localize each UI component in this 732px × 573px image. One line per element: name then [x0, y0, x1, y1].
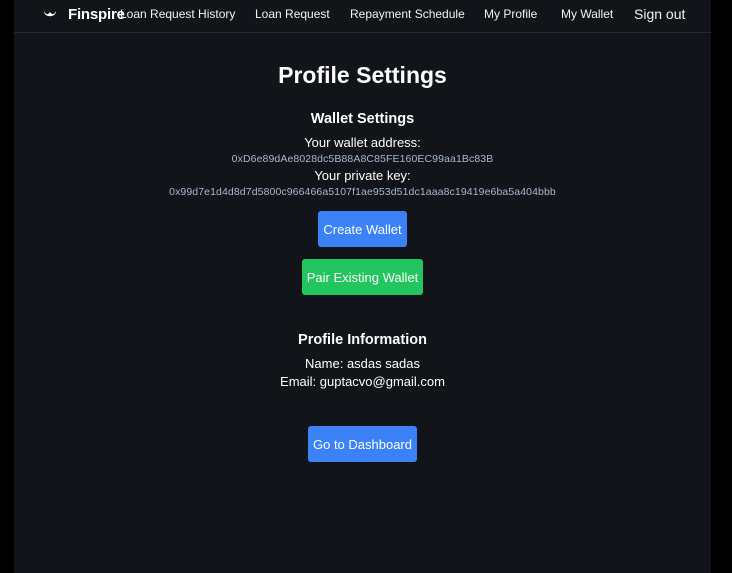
pair-existing-wallet-button[interactable]: Pair Existing Wallet: [302, 259, 423, 295]
nav-my-wallet[interactable]: My Wallet: [561, 7, 613, 21]
nav-my-profile[interactable]: My Profile: [484, 7, 537, 21]
wallet-address-label: Your wallet address:: [304, 135, 421, 150]
nav-loan-request-history[interactable]: Loan Request History: [120, 7, 235, 21]
profile-email: Email: guptacvo@gmail.com: [280, 374, 445, 389]
wallet-address-value: 0xD6e89dAe8028dc5B88A8C85FE160EC99aa1Bc8…: [231, 153, 494, 165]
page-title: Profile Settings: [278, 62, 447, 88]
profile-name: Name: asdas sadas: [305, 356, 420, 371]
wallet-settings-heading: Wallet Settings: [310, 111, 415, 127]
nav-loan-request[interactable]: Loan Request: [255, 7, 330, 21]
private-key-label: Your private key:: [314, 168, 411, 183]
private-key-value: 0x99d7e1d4d8d7d5800c966466a5107f1ae953d5…: [169, 186, 556, 198]
nav-repayment-schedule[interactable]: Repayment Schedule: [350, 7, 465, 21]
create-wallet-button[interactable]: Create Wallet: [318, 211, 407, 247]
go-to-dashboard-button[interactable]: Go to Dashboard: [308, 426, 417, 462]
app-window: Finspire Loan Request History Loan Reque…: [14, 0, 711, 573]
top-navbar: Finspire Loan Request History Loan Reque…: [14, 0, 711, 33]
finspire-logo-icon: [44, 11, 56, 17]
brand-name[interactable]: Finspire: [68, 6, 125, 23]
sign-out-link[interactable]: Sign out: [634, 6, 685, 22]
profile-information-heading: Profile Information: [298, 332, 427, 348]
